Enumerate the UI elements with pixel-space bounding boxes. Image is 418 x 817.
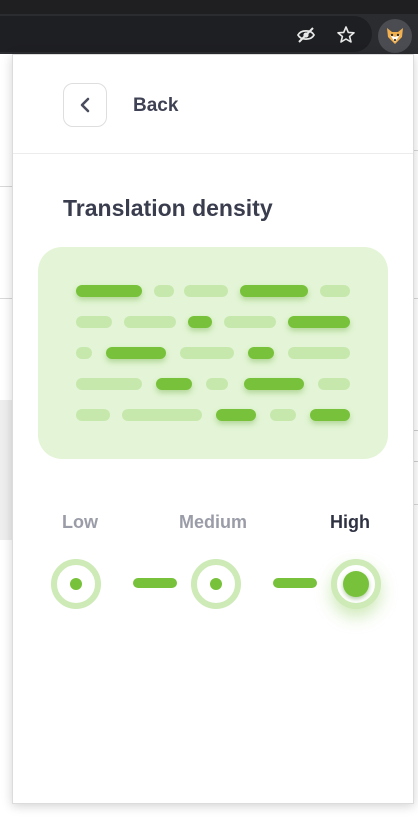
preview-word — [122, 409, 202, 421]
preview-word — [206, 378, 228, 390]
preview-word — [154, 285, 174, 297]
level-connector — [273, 578, 317, 588]
preview-word-highlight — [244, 378, 304, 390]
star-icon[interactable] — [335, 24, 357, 46]
preview-word-highlight — [310, 409, 350, 421]
fox-extension-icon[interactable] — [378, 19, 412, 53]
level-radio-medium[interactable] — [191, 559, 241, 609]
preview-word-highlight — [156, 378, 192, 390]
radio-dot-selected — [343, 571, 369, 597]
preview-word-highlight — [240, 285, 308, 297]
chevron-left-icon — [80, 97, 90, 113]
bg-panel — [0, 400, 12, 540]
preview-word — [320, 285, 350, 297]
level-radio-low[interactable] — [51, 559, 101, 609]
eye-off-icon[interactable] — [295, 24, 317, 46]
density-preview — [38, 247, 388, 459]
preview-word — [180, 347, 234, 359]
preview-word — [184, 285, 228, 297]
radio-dot — [70, 578, 82, 590]
preview-word-highlight — [188, 316, 212, 328]
browser-tab-strip — [0, 0, 418, 14]
preview-word — [288, 347, 350, 359]
level-label-medium[interactable]: Medium — [179, 512, 247, 533]
preview-word-highlight — [288, 316, 350, 328]
popup-header: Back — [13, 55, 413, 154]
preview-word — [76, 378, 142, 390]
preview-word — [124, 316, 176, 328]
radio-dot — [210, 578, 222, 590]
preview-word — [76, 347, 92, 359]
preview-word-highlight — [106, 347, 166, 359]
preview-word-highlight — [216, 409, 256, 421]
preview-word — [270, 409, 296, 421]
preview-word — [224, 316, 276, 328]
preview-word — [76, 409, 110, 421]
level-connector — [133, 578, 177, 588]
level-radio-high[interactable] — [331, 559, 381, 609]
level-label-high[interactable]: High — [330, 512, 370, 533]
bg-divider — [0, 186, 12, 187]
preview-word-highlight — [76, 285, 142, 297]
back-label[interactable]: Back — [133, 95, 178, 117]
section-title: Translation density — [63, 195, 273, 221]
preview-word — [318, 378, 350, 390]
level-label-low[interactable]: Low — [62, 512, 98, 533]
preview-word-highlight — [248, 347, 274, 359]
bg-divider — [0, 298, 12, 299]
preview-word — [76, 316, 112, 328]
back-button[interactable] — [63, 83, 107, 127]
extension-popup: Back Translation density Low Medium High — [12, 54, 414, 804]
